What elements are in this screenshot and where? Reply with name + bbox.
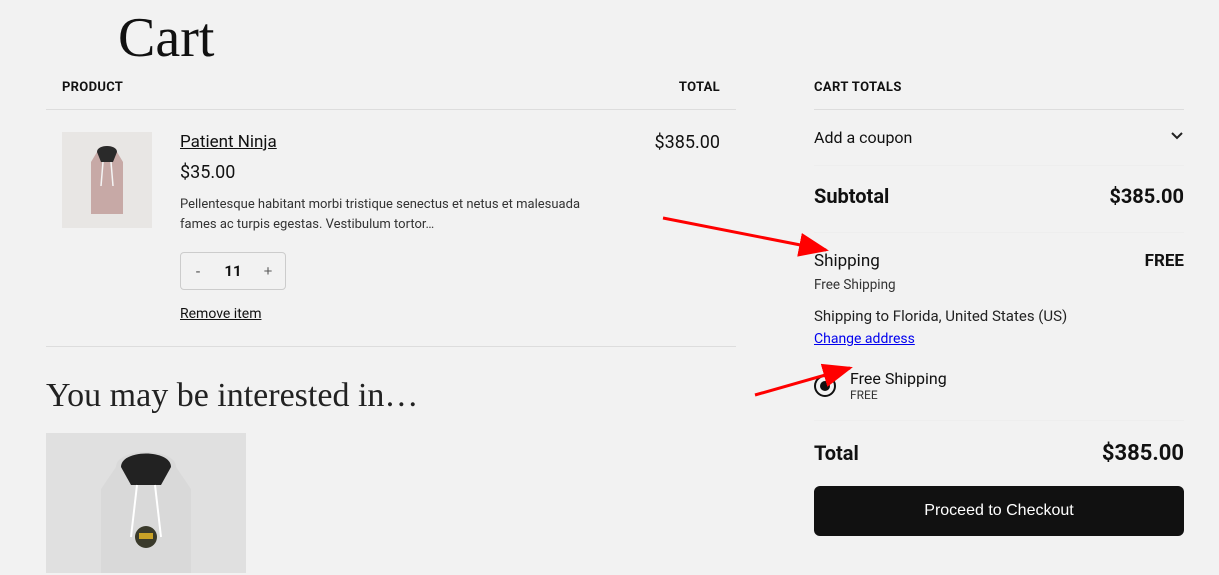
chevron-down-icon [1170, 129, 1184, 147]
qty-decrement-button[interactable]: - [181, 253, 215, 289]
line-total: $385.00 [630, 132, 720, 322]
upsell-product-thumbnail[interactable] [46, 433, 246, 573]
hoodie-icon [77, 140, 137, 220]
total-value: $385.00 [1102, 441, 1184, 466]
cart-table-header: PRODUCT TOTAL [46, 80, 736, 110]
col-product: PRODUCT [62, 80, 123, 95]
product-name-link[interactable]: Patient Ninja [180, 132, 277, 152]
add-coupon-label: Add a coupon [814, 128, 912, 147]
subtotal-label: Subtotal [814, 184, 889, 208]
cart-totals-panel: CART TOTALS Add a coupon Subtotal $385.0… [814, 80, 1184, 536]
shipping-destination: Shipping to Florida, United States (US) [814, 307, 1184, 325]
qty-value: 11 [215, 262, 251, 280]
item-details: Patient Ninja $35.00 Pellentesque habita… [180, 132, 602, 322]
add-coupon-row[interactable]: Add a coupon [814, 110, 1184, 166]
shipping-option-label: Free Shipping [850, 369, 947, 388]
shipping-value: FREE [1145, 251, 1184, 271]
unit-price: $35.00 [180, 162, 602, 183]
product-thumbnail[interactable] [62, 132, 152, 228]
radio-selected-icon[interactable] [814, 375, 836, 397]
grand-total-row: Total $385.00 [814, 421, 1184, 486]
cart-items-panel: PRODUCT TOTAL Patient Ninja $35.00 Pelle… [46, 80, 736, 573]
subtotal-value: $385.00 [1109, 184, 1184, 208]
shipping-label: Shipping [814, 251, 880, 271]
quantity-stepper[interactable]: - 11 + [180, 252, 286, 290]
qty-increment-button[interactable]: + [251, 253, 285, 289]
shipping-method: Free Shipping [814, 277, 1184, 293]
shipping-option-sub: FREE [850, 388, 947, 402]
shipping-section: Shipping FREE Free Shipping Shipping to … [814, 233, 1184, 355]
cart-item: Patient Ninja $35.00 Pellentesque habita… [46, 110, 736, 347]
subtotal-row: Subtotal $385.00 [814, 166, 1184, 233]
page-title: Cart [118, 6, 214, 70]
shipping-option-row[interactable]: Free Shipping FREE [814, 355, 1184, 421]
col-total: TOTAL [679, 80, 720, 95]
upsell-heading: You may be interested in… [46, 377, 736, 415]
cart-totals-header: CART TOTALS [814, 80, 1184, 110]
hoodie-icon [81, 441, 211, 573]
product-description: Pellentesque habitant morbi tristique se… [180, 195, 600, 234]
change-address-link[interactable]: Change address [814, 331, 915, 347]
proceed-to-checkout-button[interactable]: Proceed to Checkout [814, 486, 1184, 536]
remove-item-link[interactable]: Remove item [180, 306, 261, 322]
total-label: Total [814, 441, 859, 466]
